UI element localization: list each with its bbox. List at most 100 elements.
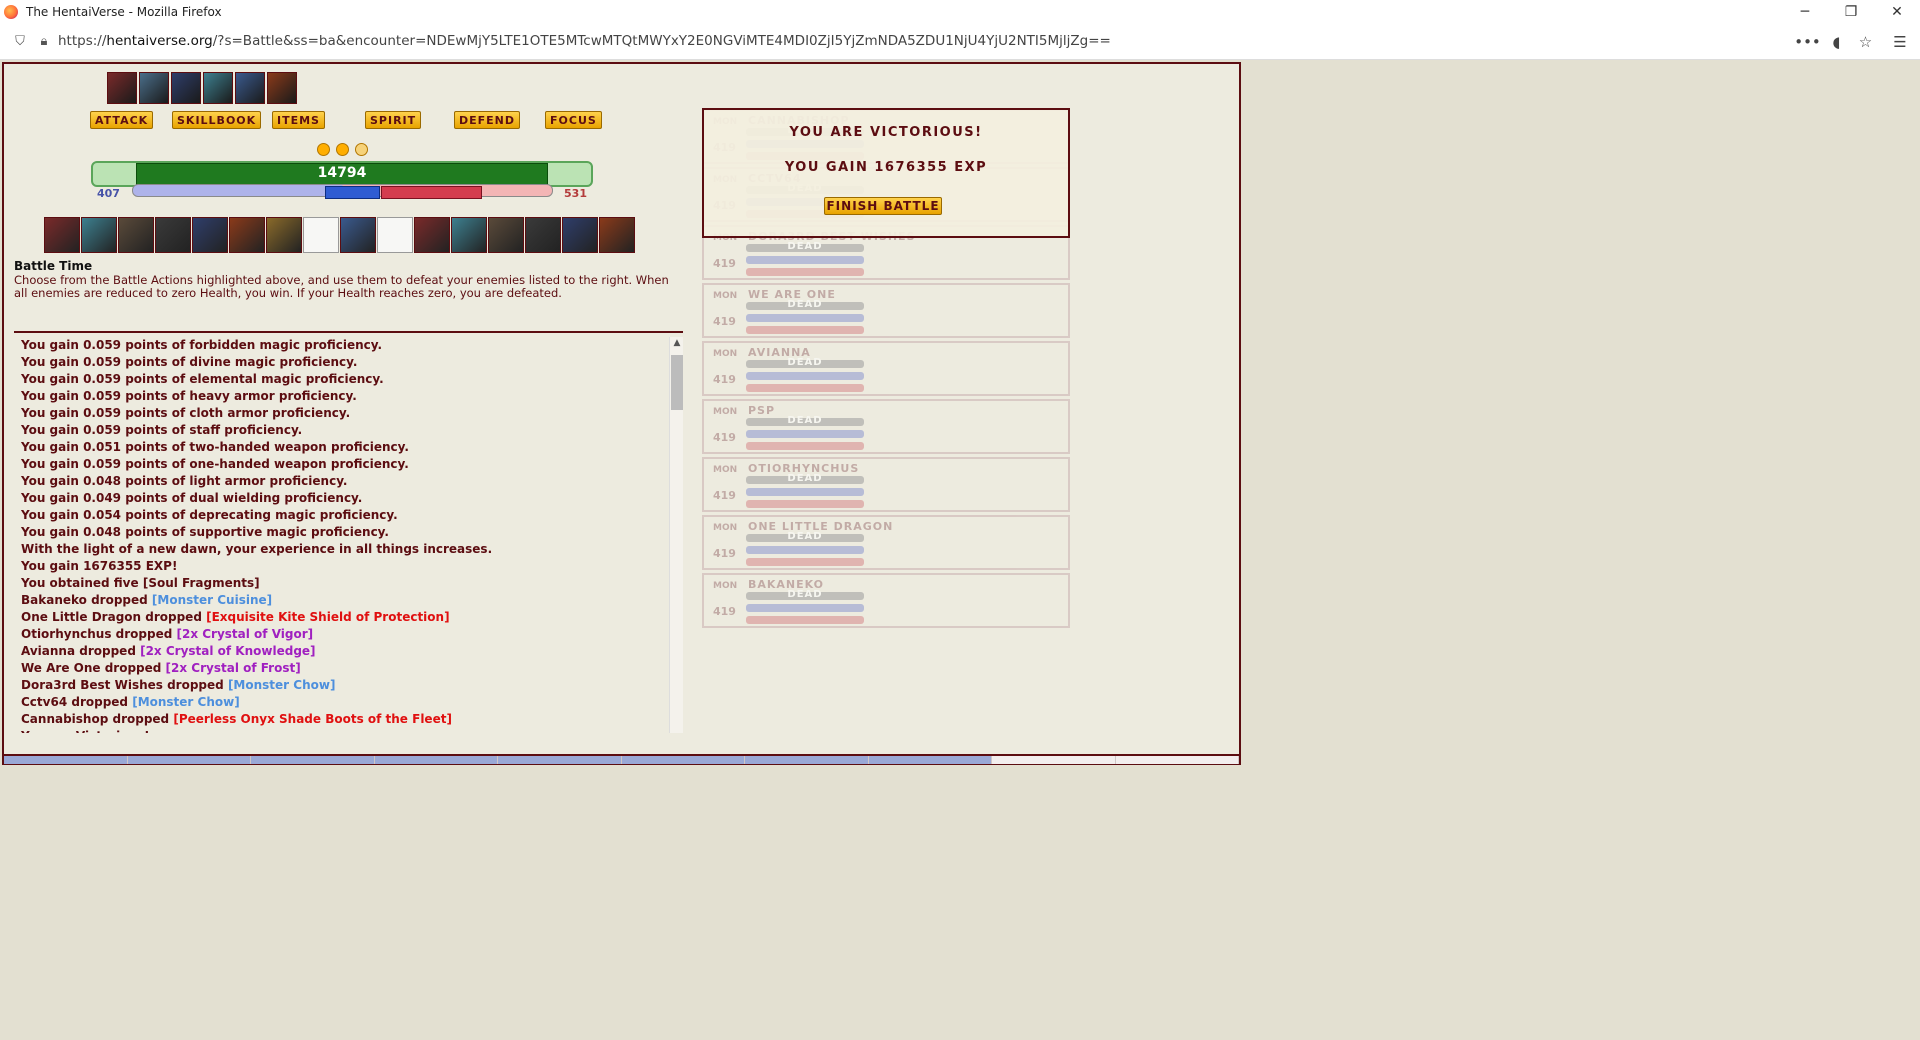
enemy-magic-bar <box>746 256 864 264</box>
log-text: You gain 0.048 points of light armor pro… <box>21 474 348 488</box>
action-skillbook-button[interactable]: SKILLBOOK <box>172 111 262 129</box>
more-icon[interactable]: ••• <box>1793 33 1822 51</box>
log-text: Bakaneko dropped <box>21 593 152 607</box>
log-line: We Are One dropped [2x Crystal of Frost] <box>14 660 683 677</box>
turn-segment <box>745 756 869 764</box>
quickbar-empty-slot[interactable] <box>303 217 339 253</box>
toolbar-right: ••• ◖ ☆ ☰ <box>1793 23 1920 60</box>
enemy-level: 419 <box>713 431 736 444</box>
quickbar-skill-13[interactable] <box>488 217 524 253</box>
log-line: You gain 0.048 points of light armor pro… <box>14 473 683 490</box>
menu-icon[interactable]: ☰ <box>1880 33 1920 51</box>
action-attack-button[interactable]: ATTACK <box>90 111 154 129</box>
shield-icon[interactable]: ⛉ <box>12 33 28 49</box>
spirit-fill <box>381 186 482 199</box>
log-text: You gain 0.059 points of one-handed weap… <box>21 457 409 471</box>
action-spirit-button[interactable]: SPIRIT <box>365 111 422 129</box>
spirit-value: 531 <box>564 187 587 200</box>
url-bar[interactable]: ⛉ 🔒︎ https://hentaiverse.org/?s=Battle&s… <box>8 27 1886 55</box>
log-item: [2x Crystal of Knowledge] <box>140 644 316 658</box>
log-text: You gain 1676355 EXP! <box>21 559 178 573</box>
turn-segment <box>127 756 251 764</box>
enemy-card[interactable]: MON 419 PSP DEAD <box>702 399 1070 454</box>
turn-segment <box>251 756 375 764</box>
log-text: You are Victorious! <box>21 729 150 733</box>
log-divider <box>14 331 683 333</box>
quickbar-skill-9[interactable] <box>340 217 376 253</box>
log-line: Otiorhynchus dropped [2x Crystal of Vigo… <box>14 626 683 643</box>
log-line: You gain 0.059 points of cloth armor pro… <box>14 405 683 422</box>
enemy-spirit-bar <box>746 500 864 508</box>
health-value: 14794 <box>317 165 367 181</box>
enemy-card[interactable]: MON 419 BAKANEKO DEAD <box>702 573 1070 628</box>
url-path: /?s=Battle&ss=ba&encounter=NDEwMjY5LTE1O… <box>212 33 1111 49</box>
enemy-card[interactable]: MON 419 AVIANNA DEAD <box>702 341 1070 396</box>
charge-orb <box>355 143 368 156</box>
scroll-thumb[interactable] <box>671 355 683 410</box>
victory-dialog: YOU ARE VICTORIOUS! YOU GAIN 1676355 EXP… <box>702 108 1070 238</box>
charge-orb <box>317 143 330 156</box>
quickbar-skill-14[interactable] <box>525 217 561 253</box>
enemy-magic-bar <box>746 372 864 380</box>
lock-icon[interactable]: 🔒︎ <box>36 33 52 49</box>
log-line: You gain 0.059 points of forbidden magic… <box>14 337 683 354</box>
quickbar-skill-16[interactable] <box>599 217 635 253</box>
party-icon-6 <box>267 72 297 104</box>
enemy-card[interactable]: MON 419 OTIORHYNCHUS DEAD <box>702 457 1070 512</box>
quickbar-skill-2[interactable] <box>81 217 117 253</box>
log-item: [2x Crystal of Frost] <box>165 661 301 675</box>
enemy-level: 419 <box>713 547 736 560</box>
log-line: You gain 0.059 points of elemental magic… <box>14 371 683 388</box>
log-text: You gain 0.059 points of elemental magic… <box>21 372 384 386</box>
enemy-spirit-bar <box>746 384 864 392</box>
log-text: You gain 0.059 points of forbidden magic… <box>21 338 383 352</box>
log-item: [Monster Chow] <box>227 678 336 692</box>
scroll-up-icon[interactable]: ▲ <box>670 338 684 348</box>
enemy-status: DEAD <box>787 531 823 542</box>
pocket-icon[interactable]: ◖ <box>1822 33 1851 51</box>
minimize-icon[interactable]: ─ <box>1782 0 1828 23</box>
enemy-tag: MON <box>713 407 738 417</box>
log-item: [Monster Chow] <box>132 695 240 709</box>
quickbar-skill-11[interactable] <box>414 217 450 253</box>
quickbar-skill-6[interactable] <box>229 217 265 253</box>
log-line: You gain 0.059 points of heavy armor pro… <box>14 388 683 405</box>
quickbar-skill-7[interactable] <box>266 217 302 253</box>
enemy-level: 419 <box>713 315 736 328</box>
enemy-tag: MON <box>713 523 738 533</box>
quickbar-skill-3[interactable] <box>118 217 154 253</box>
log-text: You gain 0.054 points of deprecating mag… <box>21 508 398 522</box>
log-scrollbar[interactable]: ▲ <box>669 337 683 733</box>
info-title: Battle Time <box>14 259 93 273</box>
enemy-status: DEAD <box>787 415 823 426</box>
action-defend-button[interactable]: DEFEND <box>454 111 521 129</box>
quickbar-skill-15[interactable] <box>562 217 598 253</box>
quickbar-skill-5[interactable] <box>192 217 228 253</box>
restore-icon[interactable]: ❐ <box>1828 0 1874 23</box>
enemy-status: DEAD <box>787 589 823 600</box>
log-line: You are Victorious! <box>14 728 683 733</box>
action-items-button[interactable]: ITEMS <box>272 111 325 129</box>
enemy-card[interactable]: MON 419 WE ARE ONE DEAD <box>702 283 1070 338</box>
quickbar-empty-slot[interactable] <box>377 217 413 253</box>
log-line: You gain 0.049 points of dual wielding p… <box>14 490 683 507</box>
log-text: Dora3rd Best Wishes dropped <box>21 678 228 692</box>
close-icon[interactable]: ✕ <box>1874 0 1920 23</box>
action-focus-button[interactable]: FOCUS <box>545 111 602 129</box>
victory-title: YOU ARE VICTORIOUS! <box>789 125 983 140</box>
quickbar <box>44 217 635 253</box>
quickbar-skill-1[interactable] <box>44 217 80 253</box>
enemy-magic-bar <box>746 314 864 322</box>
finish-battle-button[interactable]: FINISH BATTLE <box>824 197 942 215</box>
quickbar-skill-12[interactable] <box>451 217 487 253</box>
quickbar-skill-4[interactable] <box>155 217 191 253</box>
enemy-card[interactable]: MON 419 ONE LITTLE DRAGON DEAD <box>702 515 1070 570</box>
log-line: One Little Dragon dropped [Exquisite Kit… <box>14 609 683 626</box>
bookmark-star-icon[interactable]: ☆ <box>1851 33 1880 51</box>
enemy-spirit-bar <box>746 616 864 624</box>
charge-orb <box>336 143 349 156</box>
log-text: You obtained five <box>21 576 143 590</box>
enemy-magic-bar <box>746 488 864 496</box>
magic-fill <box>325 186 380 199</box>
log-text: You gain 0.059 points of staff proficien… <box>21 423 303 437</box>
